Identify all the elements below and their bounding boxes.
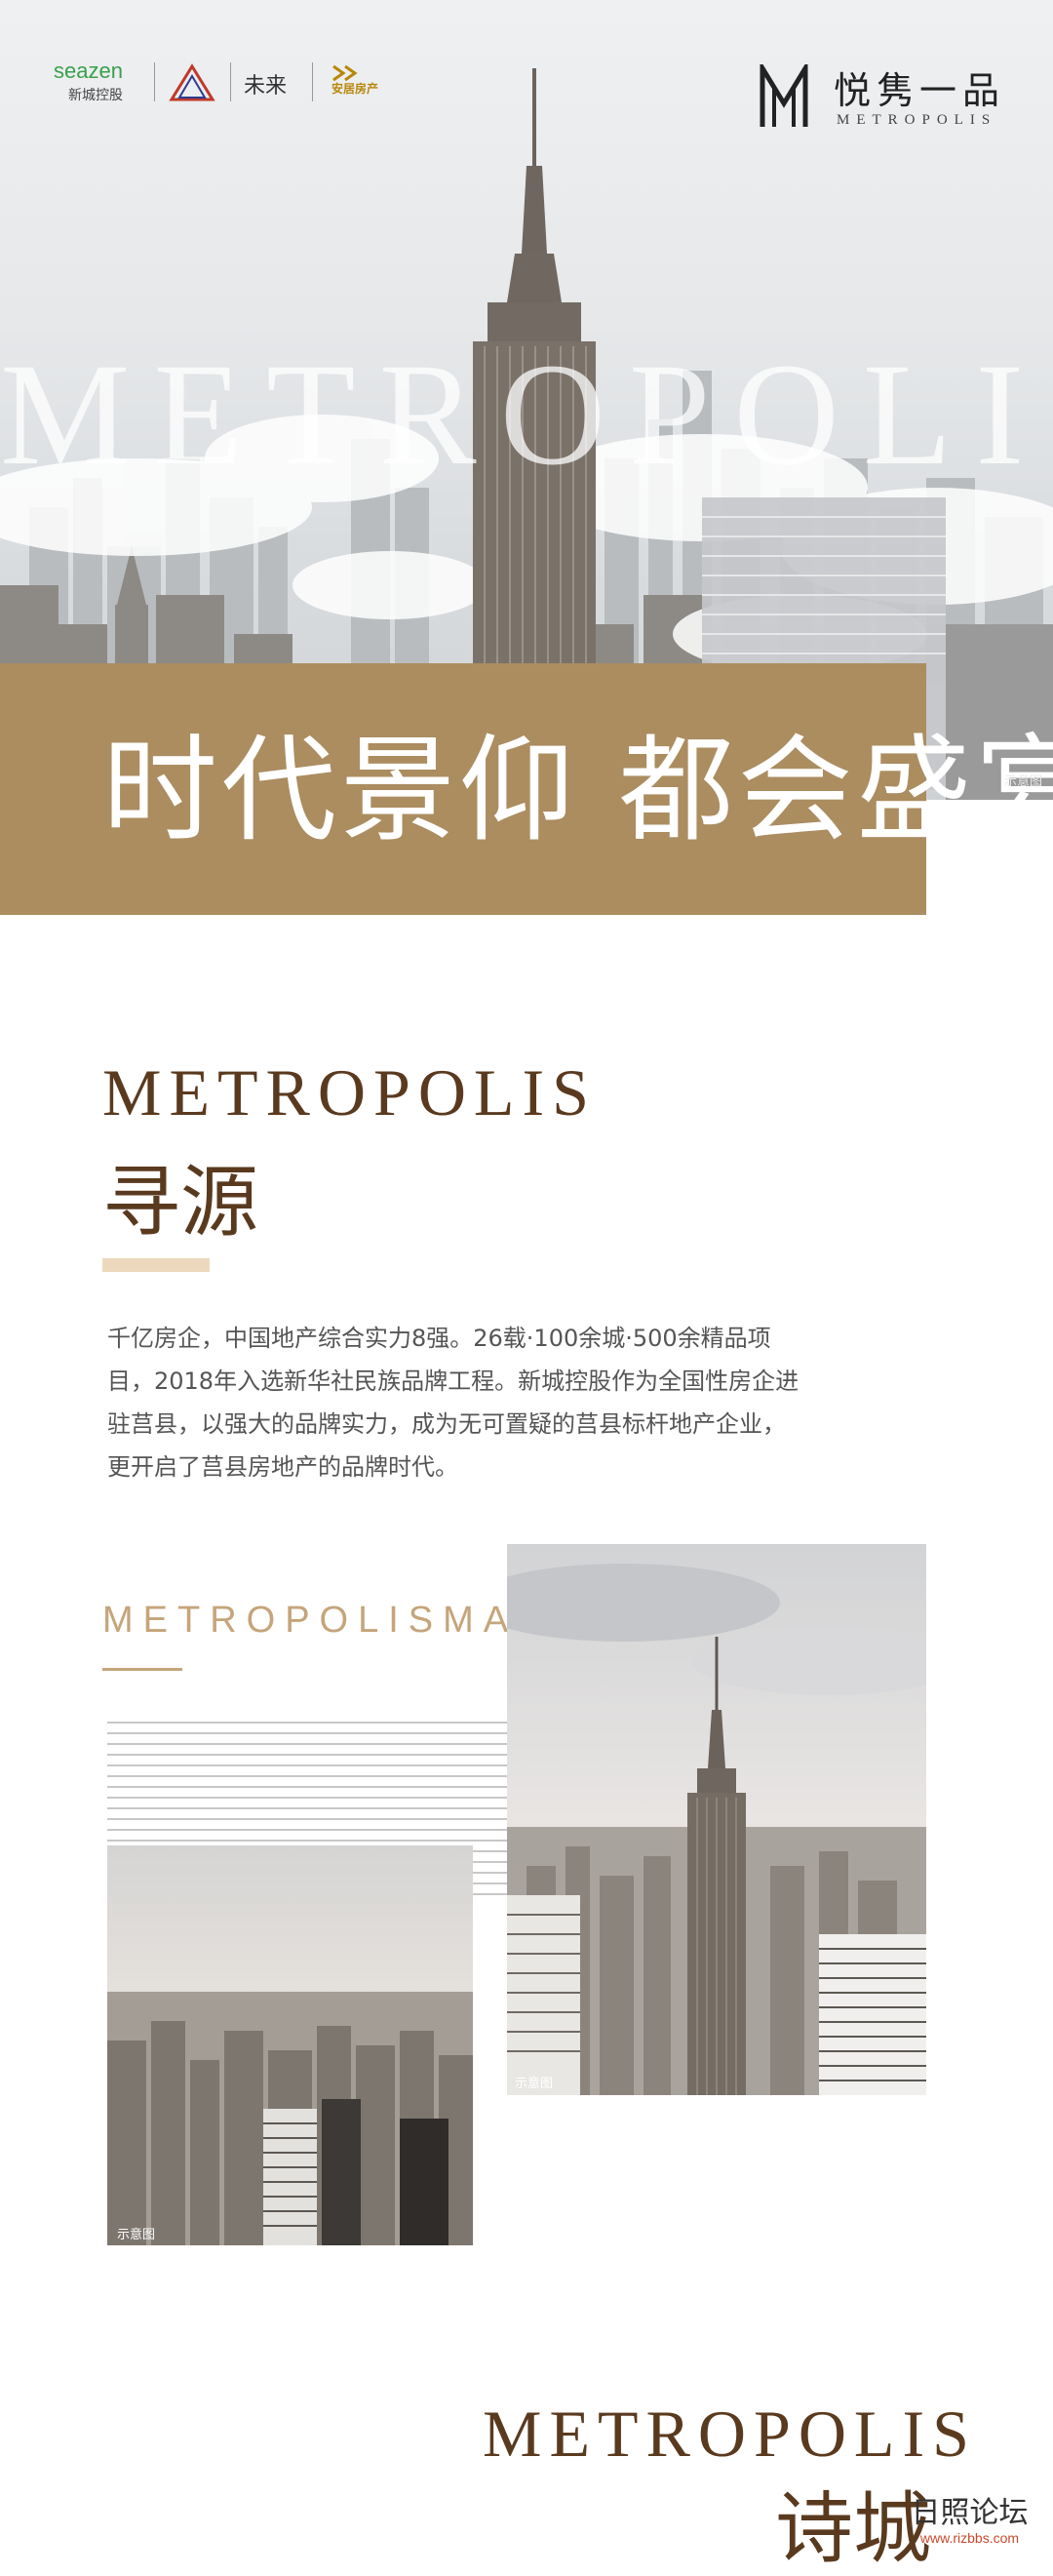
watermark-title: 日照论坛 — [911, 2496, 1029, 2530]
body-line: 目，2018年入选新华社民族品牌工程。新城控股作为全国性房企进 — [107, 1367, 800, 1395]
illustration-note: 示意图 — [1004, 774, 1043, 789]
brand-divider — [154, 62, 155, 101]
illustration-note: 示意图 — [117, 2228, 156, 2242]
section-heading: 诗城 — [775, 2483, 931, 2574]
section-heading: 寻源 — [102, 1157, 258, 1248]
body-line: 千亿房企，中国地产综合实力8强。26载·100余城·500余精品项 — [107, 1325, 771, 1352]
brand-divider — [230, 62, 231, 101]
seazen-logo-cn: 新城控股 — [68, 88, 123, 103]
hero-watermark-text: METROPOLIS — [0, 334, 1053, 495]
body-line: 驻莒县，以强大的品牌实力，成为无可置疑的莒县标杆地产企业， — [107, 1410, 786, 1438]
seazen-logo-text: seazen — [54, 59, 123, 83]
section-eyebrow: METROPOLIS — [102, 1055, 597, 1129]
project-logo-en: METROPOLIS — [837, 112, 997, 128]
empire-state-photo — [507, 1544, 926, 2095]
heading-highlight-bar — [102, 1258, 210, 1272]
body-line: 更开启了莒县房地产的品牌时代。 — [107, 1453, 458, 1481]
site-watermark: 日照论坛 www.rizbbs.com — [909, 2496, 1031, 2547]
city-aerial-photo — [107, 1845, 473, 2245]
collage-label-underline — [102, 1668, 182, 1671]
watermark-url: www.rizbbs.com — [919, 2530, 1020, 2546]
illustration-note: 示意图 — [515, 2077, 554, 2091]
future-brand-logo: 未来 — [244, 74, 288, 99]
metropolis-m-logo-icon — [760, 64, 808, 127]
section-body: 千亿房企，中国地产综合实力8强。26载·100余城·500余精品项 目，2018… — [107, 1317, 868, 1488]
project-logo-cn: 悦隽一品 — [834, 69, 1006, 112]
partner-triangle-logo-icon — [169, 63, 215, 101]
anju-brand-logo: 安居房产 — [332, 82, 379, 96]
hero-title: 时代景仰 都会盛宴 — [102, 723, 1053, 857]
brand-divider — [312, 62, 313, 101]
section-eyebrow: METROPOLIS — [483, 2397, 977, 2471]
